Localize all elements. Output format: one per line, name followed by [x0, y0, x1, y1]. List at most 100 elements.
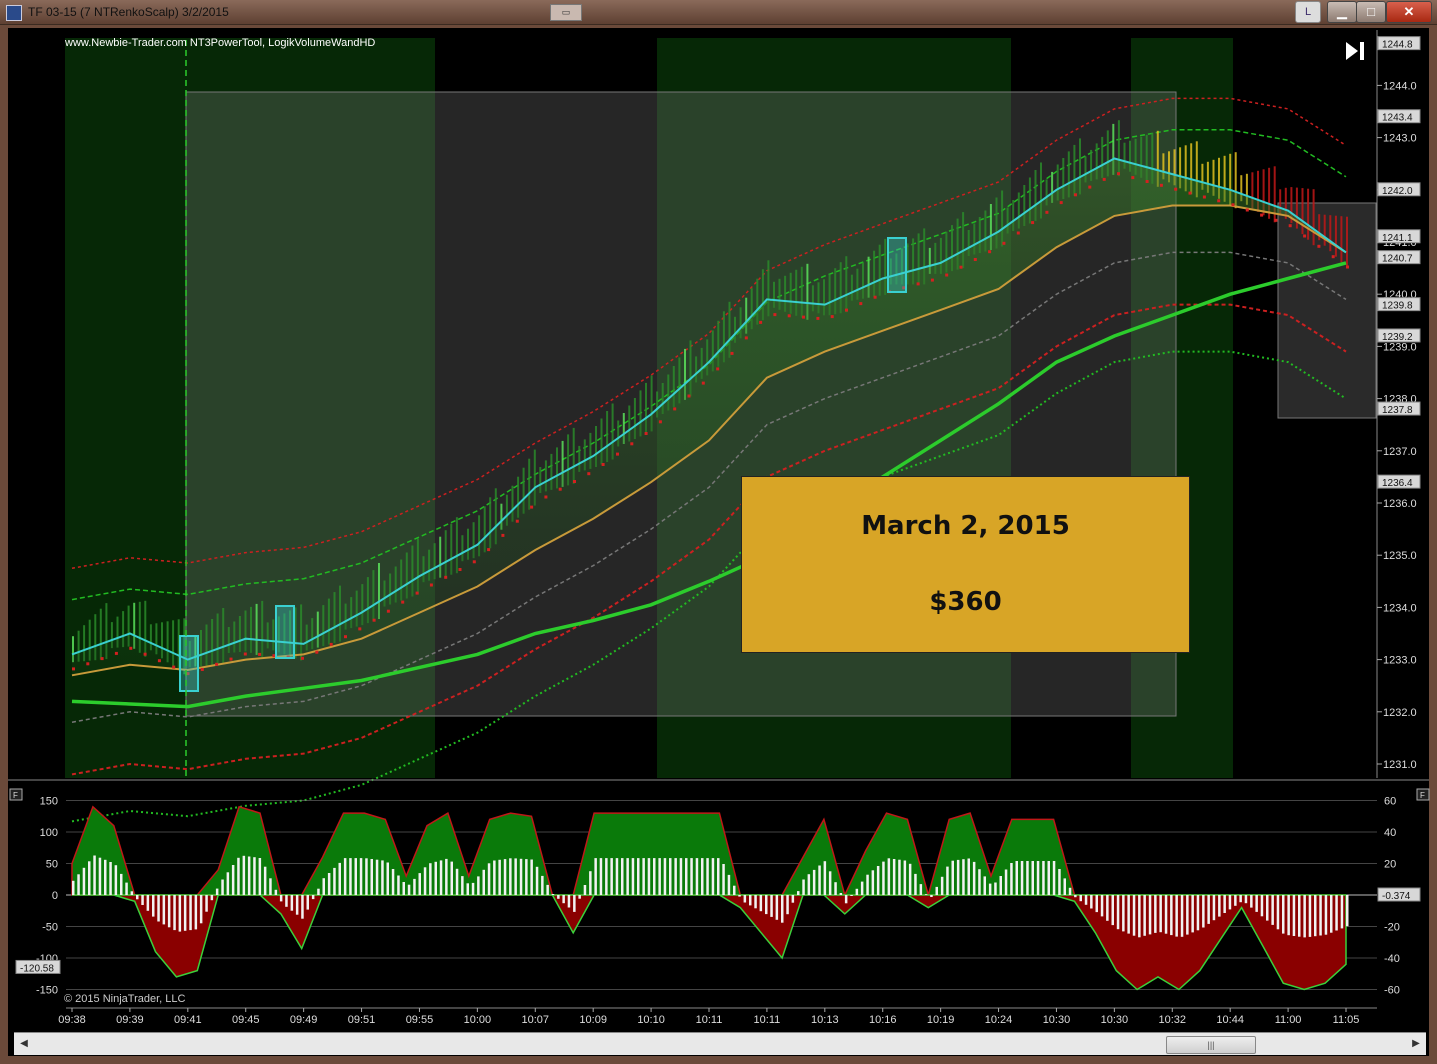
panel-f-icon-right[interactable]: F — [1416, 788, 1430, 801]
volume-bar — [962, 859, 965, 895]
volume-bar — [327, 873, 331, 895]
volume-bar — [567, 895, 571, 908]
volume-bar — [146, 895, 150, 911]
volume-bar — [1106, 895, 1109, 921]
volume-bar — [658, 858, 661, 895]
volume-bar — [956, 859, 960, 895]
volume-bar — [1010, 863, 1013, 895]
volume-bar — [1314, 895, 1317, 937]
volume-bar — [1180, 895, 1184, 937]
price-bar — [1329, 215, 1332, 252]
volume-bar — [439, 860, 443, 895]
volume-bar — [1154, 895, 1157, 933]
stop-dot — [501, 533, 505, 537]
time-tick-label: 10:09 — [579, 1014, 607, 1026]
volume-bar — [967, 858, 970, 895]
scroll-right-icon[interactable]: ▶ — [1408, 1036, 1424, 1052]
volume-bar — [285, 895, 288, 907]
volume-bar — [535, 866, 539, 895]
stop-dot — [72, 667, 75, 671]
osc-value-label: -0.374 — [1382, 891, 1411, 902]
stop-dot — [386, 609, 390, 613]
volume-bar — [935, 886, 938, 895]
volume-bar — [946, 866, 949, 895]
stop-dot — [945, 273, 949, 277]
horizontal-scrollbar[interactable]: ◀ ||| ▶ — [14, 1032, 1426, 1055]
volume-bar — [338, 862, 341, 895]
price-label: 1243.4 — [1382, 113, 1413, 124]
scroll-thumb[interactable]: ||| — [1166, 1036, 1256, 1054]
stop-dot — [472, 560, 476, 564]
osc-right-tick: 60 — [1384, 796, 1396, 808]
volume-bar — [359, 858, 363, 895]
stop-dot — [916, 282, 920, 286]
volume-bar — [370, 859, 373, 895]
volume-bar — [1020, 861, 1024, 895]
play-to-end-icon[interactable] — [1346, 42, 1364, 60]
svg-text:F: F — [1420, 791, 1425, 800]
volume-bar — [1308, 895, 1312, 937]
stop-dot — [859, 302, 863, 306]
volume-bar — [674, 858, 677, 895]
volume-bar — [1058, 869, 1061, 895]
stop-dot — [973, 258, 977, 261]
volume-bar — [1132, 895, 1136, 936]
volume-bar — [178, 895, 182, 932]
time-tick-label: 10:07 — [522, 1014, 550, 1026]
volume-bar — [1079, 895, 1082, 902]
volume-bar — [136, 895, 139, 900]
volume-bar — [375, 859, 379, 895]
stop-dot — [787, 314, 791, 318]
time-tick-label: 09:41 — [174, 1014, 202, 1026]
volume-bar — [514, 858, 517, 895]
volume-bar — [914, 873, 917, 895]
volume-bar — [88, 861, 91, 895]
stop-dot — [1245, 208, 1249, 212]
volume-bar — [317, 888, 320, 895]
volume-bar — [429, 863, 432, 895]
volume-bar — [754, 895, 757, 909]
volume-bar — [125, 882, 128, 895]
volume-bar — [466, 883, 469, 895]
volume-bar — [642, 858, 645, 895]
stop-dot — [86, 662, 90, 666]
stop-dot — [243, 652, 247, 656]
volume-bar — [413, 878, 416, 895]
stop-dot — [1288, 224, 1292, 228]
volume-bar — [940, 876, 944, 895]
stop-dot — [558, 487, 562, 491]
osc-right-tick: -40 — [1384, 953, 1400, 965]
stop-dot — [1260, 213, 1264, 217]
volume-bar — [599, 858, 603, 895]
chart-canvas[interactable]: 1231.0 1232.0 1233.0 1234.0 1235.0 1236.0 1237… — [0, 0, 1437, 1064]
volume-bar — [471, 882, 475, 895]
time-tick-label: 09:55 — [406, 1014, 434, 1026]
scroll-left-icon[interactable]: ◀ — [16, 1036, 32, 1052]
volume-bar — [1346, 895, 1349, 927]
volume-bar — [77, 874, 80, 895]
oscillator-pane — [66, 800, 1377, 991]
volume-bar — [1074, 895, 1077, 898]
volume-bar — [397, 875, 400, 895]
price-label: 1236.4 — [1382, 478, 1413, 489]
stop-dot — [1102, 177, 1106, 181]
volume-bar — [850, 895, 853, 896]
stop-dot — [1188, 191, 1192, 195]
volume-bar — [983, 876, 986, 895]
volume-bar — [557, 895, 560, 899]
osc-right-tick: -20 — [1384, 922, 1400, 934]
volume-bar — [1122, 895, 1125, 932]
volume-bar — [999, 876, 1002, 895]
panel-f-icon-left[interactable]: F — [9, 788, 23, 801]
volume-bar — [765, 895, 768, 915]
indicator-list: www.Newbie-Trader.com NT3PowerTool, Logi… — [64, 37, 375, 49]
volume-bar — [1015, 861, 1018, 895]
volume-bar — [525, 859, 528, 895]
stop-dot — [544, 495, 548, 499]
volume-bar — [1026, 861, 1029, 895]
stop-dot — [773, 313, 777, 317]
volume-bar — [1052, 861, 1056, 895]
volume-bar — [951, 860, 954, 895]
time-tick-label: 09:49 — [290, 1014, 318, 1026]
volume-bar — [386, 862, 389, 895]
